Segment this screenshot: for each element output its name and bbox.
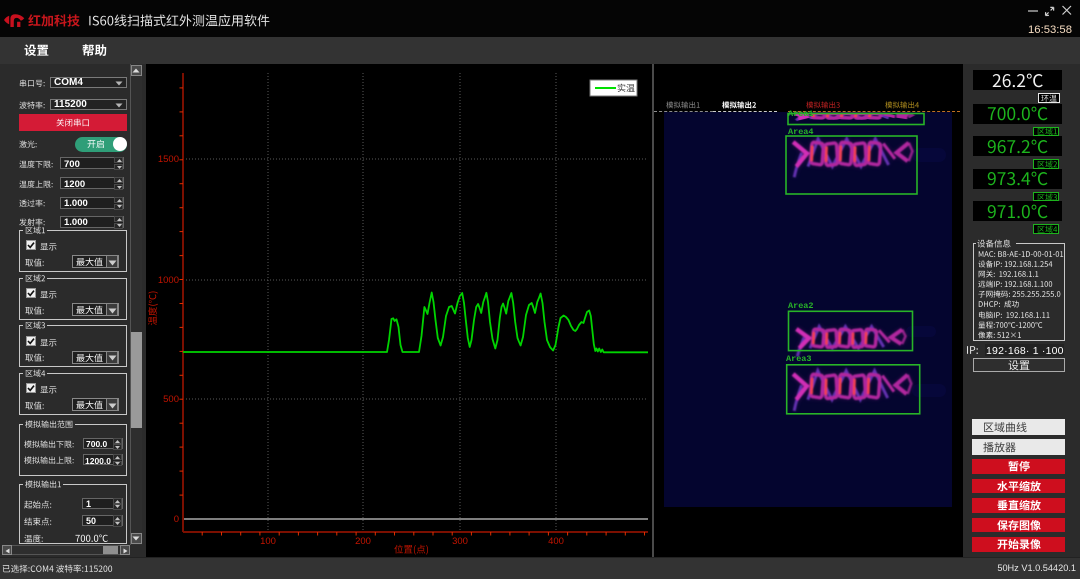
svg-text:200: 200 [355, 536, 371, 547]
svg-text:1000: 1000 [158, 275, 179, 286]
svg-text:100: 100 [260, 536, 276, 547]
svg-text:500: 500 [163, 394, 179, 405]
svg-text:0: 0 [174, 514, 179, 525]
svg-text:Area2: Area2 [788, 301, 814, 311]
svg-text:300: 300 [452, 536, 468, 547]
svg-text:Area3: Area3 [786, 354, 812, 364]
svg-text:1500: 1500 [158, 154, 179, 165]
svg-text:400: 400 [548, 536, 564, 547]
